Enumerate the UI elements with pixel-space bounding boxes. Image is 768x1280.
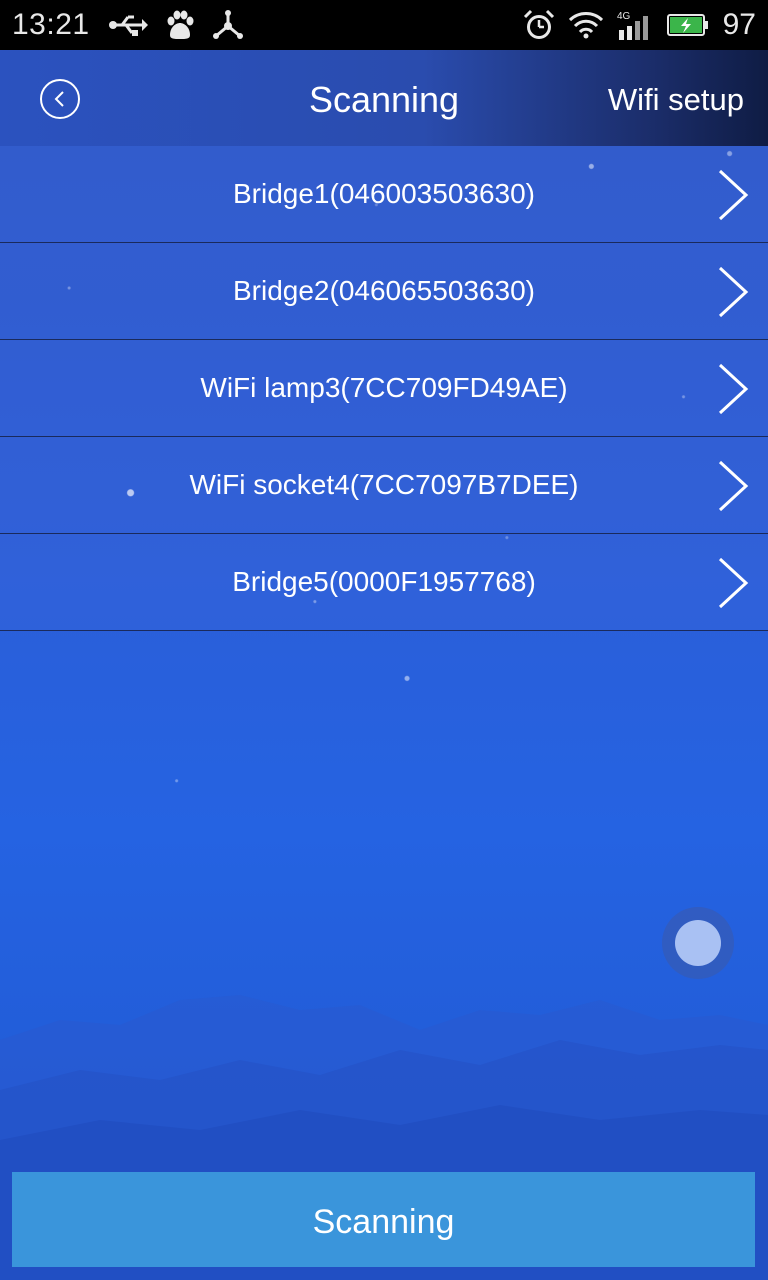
- alarm-clock-icon: [523, 9, 555, 41]
- usb-icon: [108, 13, 148, 37]
- signal-icon: 4G: [617, 10, 653, 40]
- battery-charging-icon: [666, 13, 709, 37]
- device-label: Bridge2(046065503630): [232, 275, 536, 306]
- app-header: Scanning Wifi setup: [0, 50, 768, 146]
- chevron-right-icon: [718, 169, 749, 221]
- chevron-right-icon: [718, 266, 749, 318]
- back-button[interactable]: [40, 79, 80, 119]
- device-label: Bridge1(046003503630): [232, 178, 536, 209]
- wifi-setup-button[interactable]: Wifi setup: [608, 50, 744, 146]
- share-icon: [212, 10, 244, 40]
- list-item[interactable]: Bridge2(046065503630): [0, 243, 768, 340]
- chevron-right-icon: [718, 363, 749, 415]
- wifi-icon: [568, 11, 603, 39]
- network-type-label: 4G: [617, 11, 631, 22]
- list-item[interactable]: Bridge5(0000F1957768): [0, 534, 768, 631]
- list-item[interactable]: Bridge1(046003503630): [0, 146, 768, 243]
- device-label: Bridge5(0000F1957768): [232, 566, 536, 597]
- device-label: WiFi lamp3(7CC709FD49AE): [200, 372, 568, 403]
- status-time: 13:21: [12, 8, 90, 41]
- back-circle-icon: [54, 91, 64, 107]
- scanning-button[interactable]: Scanning: [12, 1172, 755, 1267]
- chevron-right-icon: [718, 460, 749, 512]
- chevron-right-icon: [718, 557, 749, 609]
- device-list: Bridge1(046003503630) Bridge2(0460655036…: [0, 146, 768, 631]
- list-item[interactable]: WiFi socket4(7CC7097B7DEE): [0, 437, 768, 534]
- floating-dot-icon: [675, 920, 721, 966]
- baidu-paw-icon: [164, 9, 196, 41]
- device-label: WiFi socket4(7CC7097B7DEE): [189, 469, 579, 500]
- status-bar: 13:21 4G 97: [0, 0, 768, 50]
- battery-level: 97: [722, 8, 756, 41]
- floating-assistant-button[interactable]: [662, 907, 734, 979]
- list-item[interactable]: WiFi lamp3(7CC709FD49AE): [0, 340, 768, 437]
